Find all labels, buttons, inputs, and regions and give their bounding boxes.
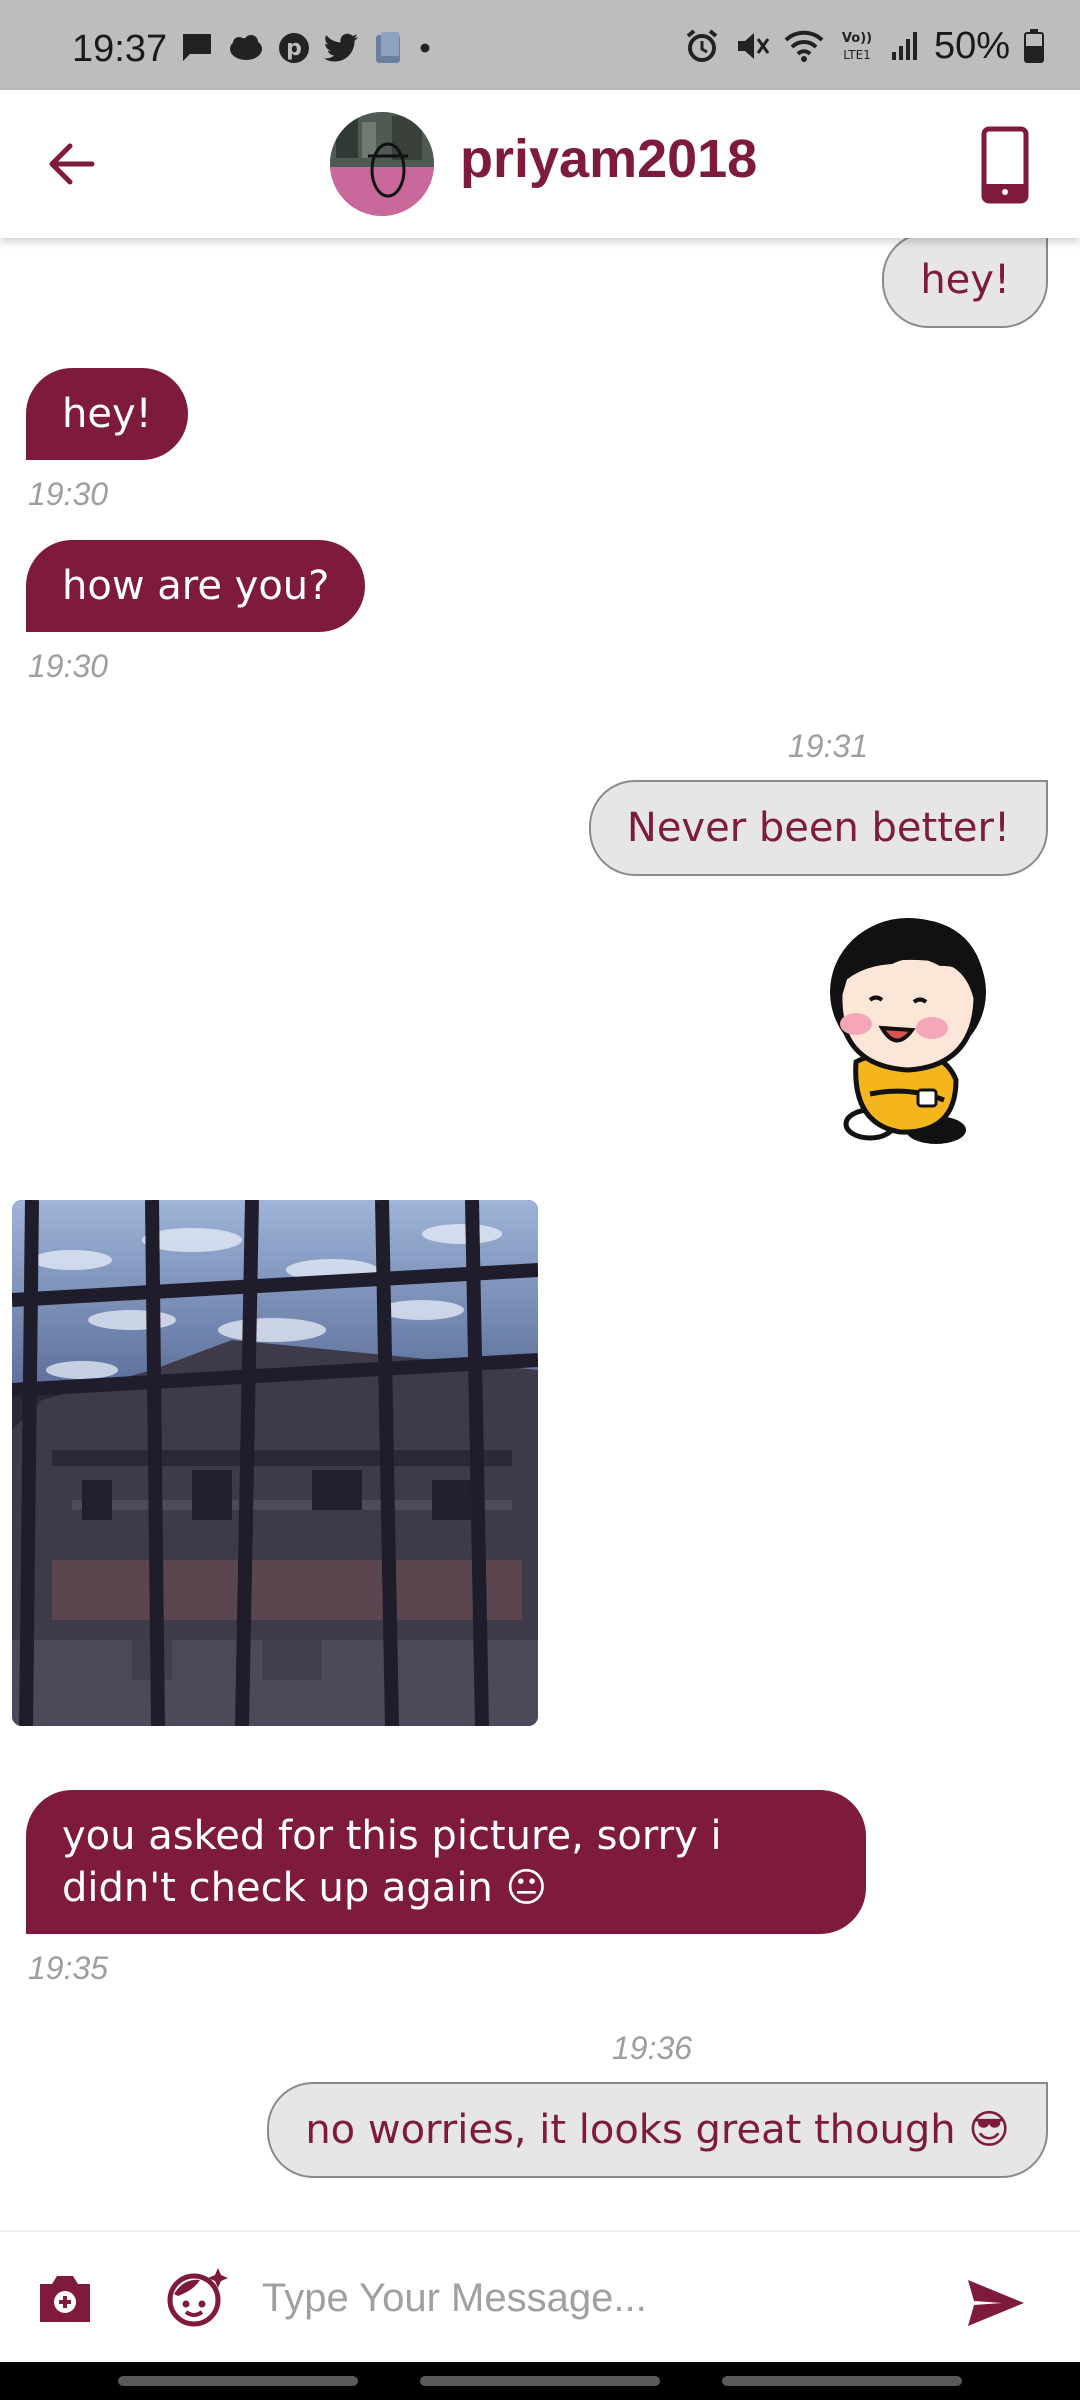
system-icons: Vo)) LTE1 50% <box>684 24 1044 67</box>
notification-icons: p <box>180 30 432 66</box>
signal-icon <box>891 32 917 60</box>
dot-icon <box>420 43 430 53</box>
message-timestamp: 19:30 <box>28 476 109 512</box>
contact-avatar[interactable] <box>330 112 434 216</box>
camera-icon <box>40 2276 90 2322</box>
battery-icon <box>1024 29 1044 63</box>
message-bubble-incoming[interactable]: how are you? <box>26 540 366 632</box>
nav-back-handle[interactable] <box>722 2376 962 2386</box>
phone-icon <box>981 126 1029 204</box>
status-time: 19:37 <box>72 28 168 70</box>
wifi-icon <box>784 30 824 62</box>
pinterest-icon: p <box>279 33 309 63</box>
image-message[interactable] <box>12 1200 538 1726</box>
message-bubble-outgoing[interactable]: no worries, it looks great though 😎 <box>267 2082 1048 2178</box>
arrow-left-icon <box>49 143 95 185</box>
navigation-bar <box>0 2362 1080 2400</box>
message-timestamp: 19:36 <box>612 2030 693 2066</box>
message-input[interactable] <box>262 2262 922 2334</box>
girl-sticker-icon <box>830 918 986 1144</box>
nav-recents-handle[interactable] <box>118 2376 358 2386</box>
avatar-image <box>330 112 434 216</box>
svg-text:p: p <box>286 36 302 61</box>
nav-home-handle[interactable] <box>420 2376 660 2386</box>
message-list[interactable]: hey! hey! 19:30 how are you? 19:30 19:31… <box>0 238 1080 2230</box>
back-button[interactable] <box>40 132 104 196</box>
send-icon <box>968 2280 1024 2326</box>
call-button[interactable] <box>970 126 1040 206</box>
face-sparkle-icon <box>167 2268 228 2327</box>
message-bubble-outgoing[interactable]: Never been better! <box>588 780 1048 876</box>
svg-text:LTE1: LTE1 <box>843 48 871 62</box>
volte-icon: Vo)) LTE1 <box>842 31 872 62</box>
message-timestamp: 19:35 <box>28 1950 109 1986</box>
message-bubble-incoming[interactable]: hey! <box>26 368 188 460</box>
message-bubble-incoming[interactable]: you asked for this picture, sorry i didn… <box>26 1790 866 1934</box>
status-bar: 19:37 p Vo)) LTE1 50% <box>0 0 1080 90</box>
message-timestamp: 19:30 <box>28 648 109 684</box>
svg-text:Vo)): Vo)) <box>842 31 872 46</box>
camera-button[interactable] <box>36 2272 94 2324</box>
window-photo <box>12 1200 538 1726</box>
mute-icon <box>737 33 770 59</box>
chat-header: priyam2018 <box>0 90 1080 238</box>
contact-name[interactable]: priyam2018 <box>460 128 757 190</box>
cloud-icon <box>230 35 262 60</box>
battery-percent: 50% <box>933 24 1010 67</box>
photo-icon <box>376 32 400 63</box>
sticker-button[interactable] <box>166 2266 228 2328</box>
message-composer <box>0 2230 1080 2362</box>
chat-icon <box>183 34 211 61</box>
sticker-message[interactable] <box>816 894 1012 1150</box>
send-button[interactable] <box>966 2278 1026 2328</box>
twitter-icon <box>324 33 358 62</box>
message-bubble-outgoing[interactable]: hey! <box>882 238 1048 328</box>
alarm-icon <box>686 29 718 62</box>
message-timestamp: 19:31 <box>788 728 869 764</box>
